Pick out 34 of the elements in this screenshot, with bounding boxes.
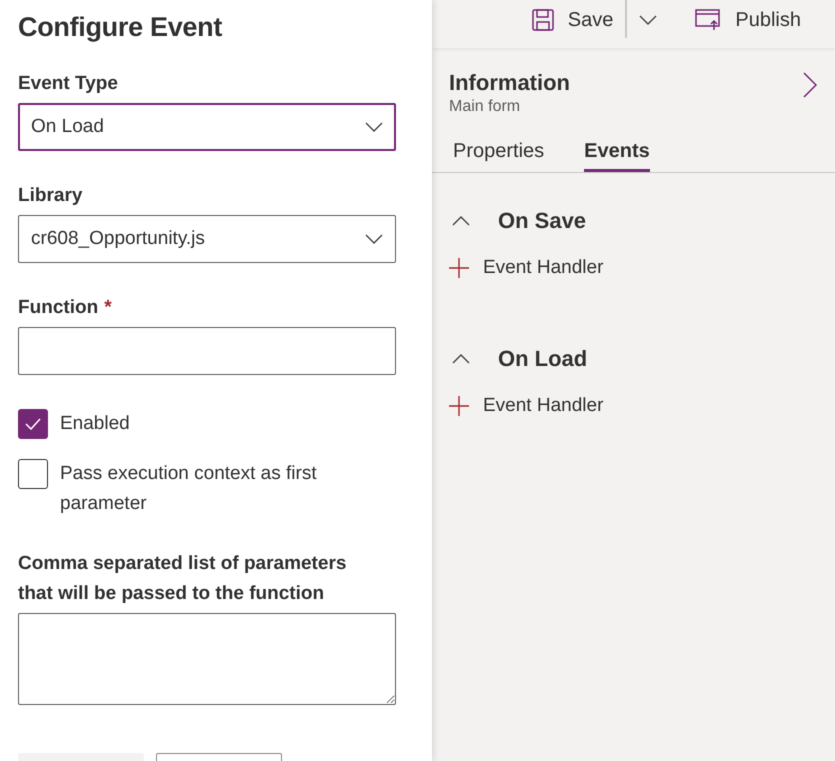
chevron-down-icon [365,122,383,132]
section-title: On Load [498,346,588,372]
dropdown[interactable]: cr608_Opportunity.js [18,215,396,263]
chevron-up-icon[interactable] [452,354,470,364]
field-label: Comma separated list of parameters that will be passed to the function [18,552,348,606]
chevron-up-icon[interactable] [452,216,470,226]
chevron-down-icon [365,234,383,244]
plus-icon [449,396,469,416]
add-event-handler-button[interactable]: Event Handler [449,251,817,285]
checkmark-icon [25,418,41,430]
checkbox-label: Enabled [60,412,130,436]
checkbox-label: Pass execution context as first parameter [60,462,318,516]
field-label: Library [18,185,82,207]
required-asterisk: * [104,297,112,319]
save-button[interactable]: Save [522,2,624,38]
checkbox[interactable] [18,459,48,489]
section-title: On Save [498,208,586,234]
add-event-handler-button[interactable]: Event Handler [449,389,817,423]
input-field[interactable] [18,327,396,375]
text-area[interactable] [18,613,396,705]
dropdown[interactable]: On Load [18,103,396,151]
field-label: Function [18,297,98,319]
chevron-right-icon[interactable] [803,72,817,98]
tab[interactable]: Events [584,140,650,172]
field-label: Event Type [18,73,118,95]
checkbox[interactable] [18,409,48,439]
publish-button[interactable]: Publish [685,2,811,38]
panel-title: Configure Event [18,12,224,43]
tab[interactable]: Properties [453,140,544,172]
window-upload-icon [695,9,722,31]
plus-icon [449,258,469,278]
chevron-down-icon [639,15,658,25]
panel-title: Information [449,70,570,96]
panel-subtitle: Main form [449,98,522,116]
